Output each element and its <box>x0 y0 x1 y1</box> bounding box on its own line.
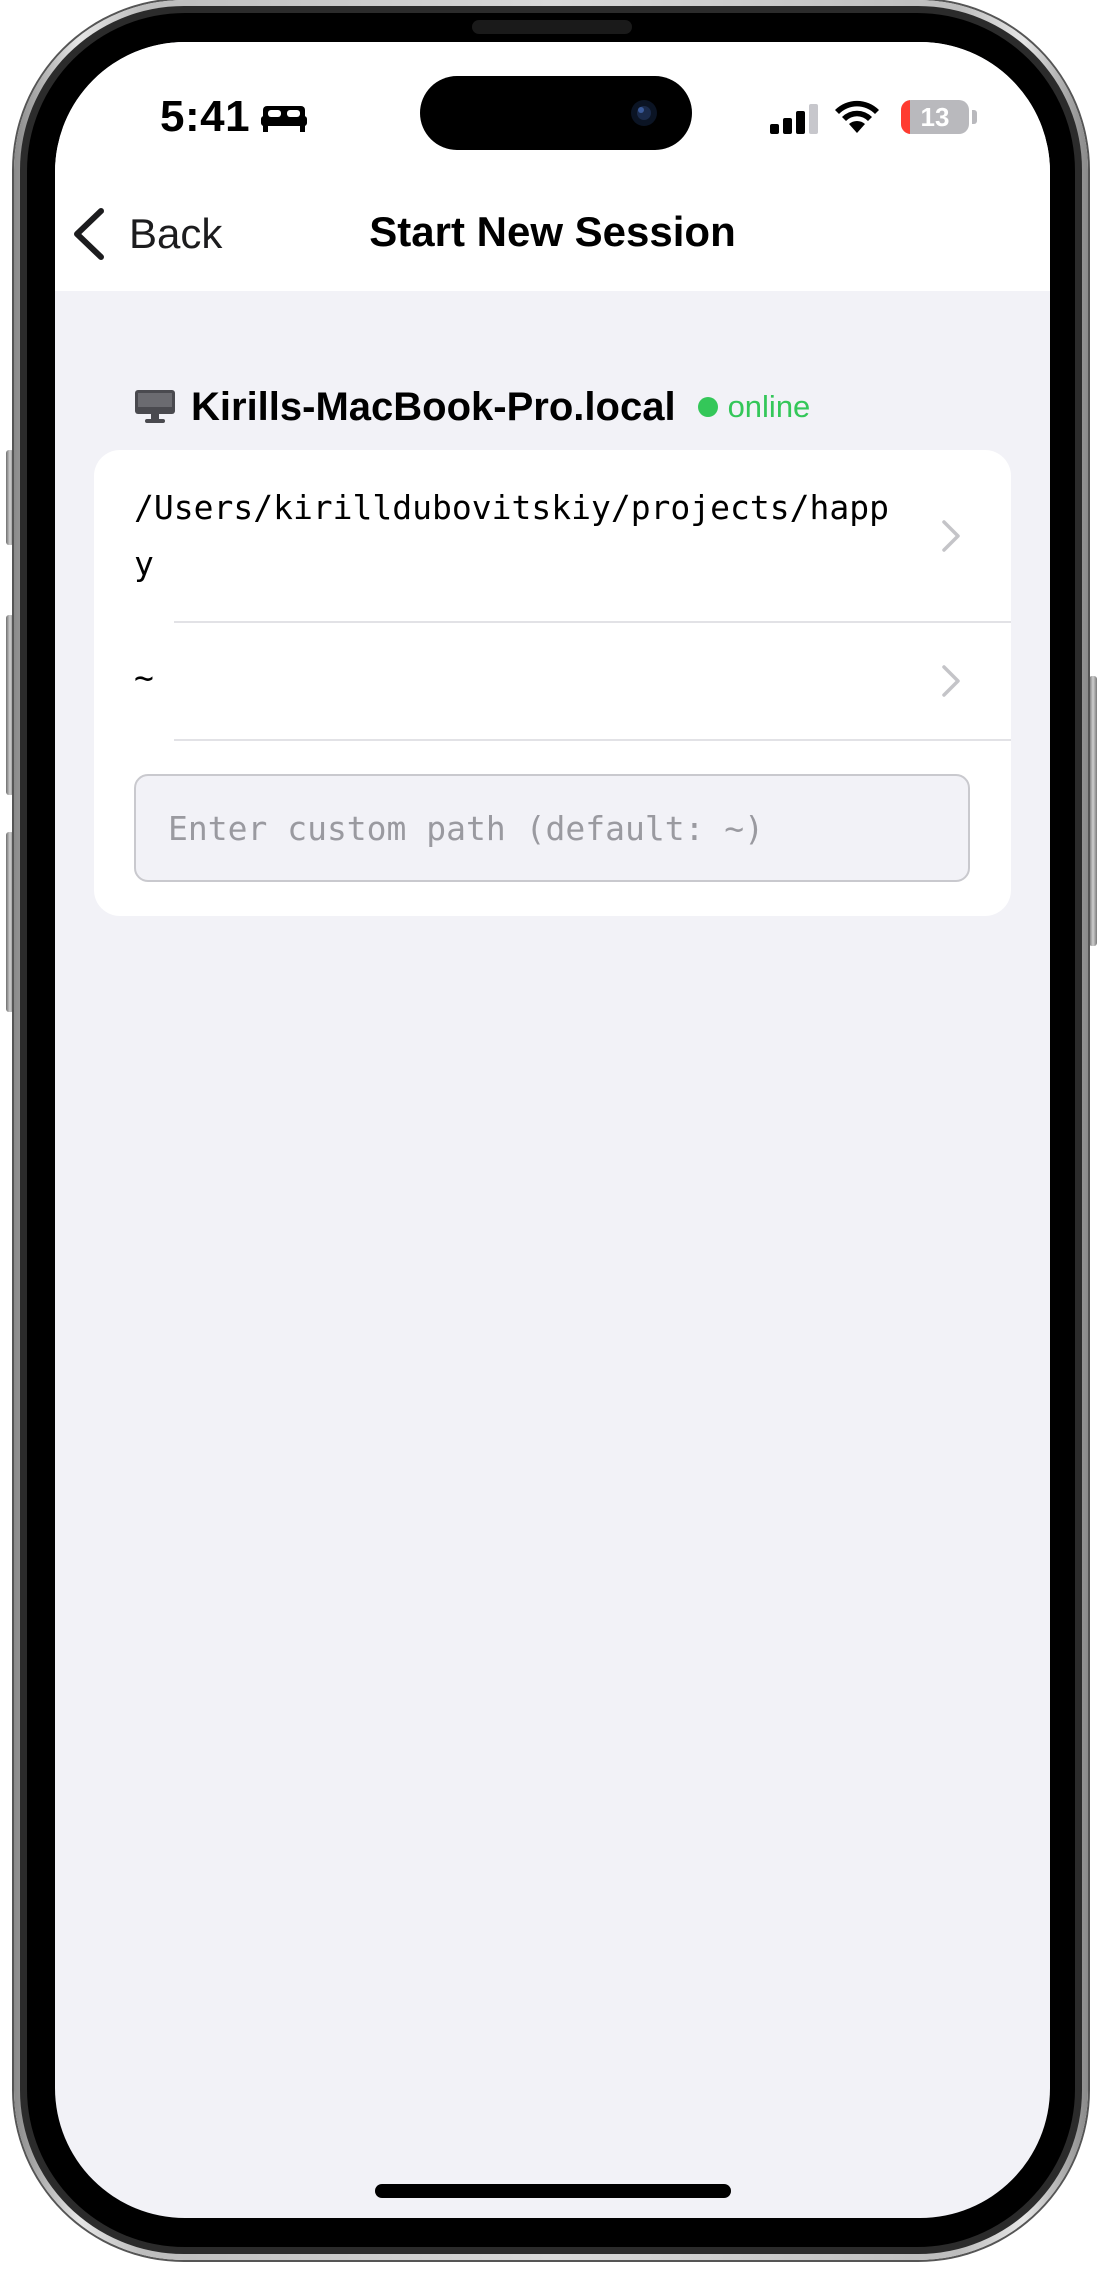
bed-icon <box>261 106 307 132</box>
action-button <box>6 450 14 545</box>
machine-header: Kirills-MacBook-Pro.local online <box>135 382 810 432</box>
back-button[interactable]: Back <box>71 204 222 264</box>
back-label: Back <box>129 210 223 257</box>
custom-path-input[interactable] <box>134 774 970 882</box>
monitor-icon <box>135 390 175 423</box>
battery-cap <box>972 110 977 124</box>
device-stage: 5:41 13 Start New Session Back Kirills-M… <box>0 0 1103 2269</box>
machine-name: Kirills-MacBook-Pro.local <box>191 384 676 429</box>
path-text: /Users/kirilldubovitskiy/projects/happy <box>134 488 889 583</box>
path-text: ~ <box>134 658 154 697</box>
volume-up-button <box>6 615 14 795</box>
screen: 5:41 13 Start New Session Back Kirills-M… <box>55 42 1050 2218</box>
camera-icon <box>631 100 657 126</box>
path-row[interactable]: /Users/kirilldubovitskiy/projects/happy <box>94 450 1011 622</box>
signal-icon <box>770 104 818 134</box>
chevron-right-icon <box>942 665 960 697</box>
status-time: 5:41 <box>160 92 251 141</box>
online-status-dot <box>697 397 718 417</box>
chevron-left-icon <box>74 208 104 260</box>
battery-level: 13 <box>920 102 950 132</box>
power-button <box>1089 676 1097 946</box>
row-divider <box>174 739 1011 741</box>
volume-down-button <box>6 832 14 1012</box>
status-and-nav-area: 5:41 13 Start New Session Back <box>55 42 1050 291</box>
battery-icon: 13 <box>901 100 969 134</box>
online-status-label: online <box>727 389 811 424</box>
chevron-right-icon <box>942 520 960 552</box>
earpiece <box>472 20 632 34</box>
wifi-icon <box>835 100 879 133</box>
path-list-card: /Users/kirilldubovitskiy/projects/happy … <box>94 450 1011 916</box>
home-indicator[interactable] <box>375 2184 731 2198</box>
path-row[interactable]: ~ <box>94 622 1011 740</box>
